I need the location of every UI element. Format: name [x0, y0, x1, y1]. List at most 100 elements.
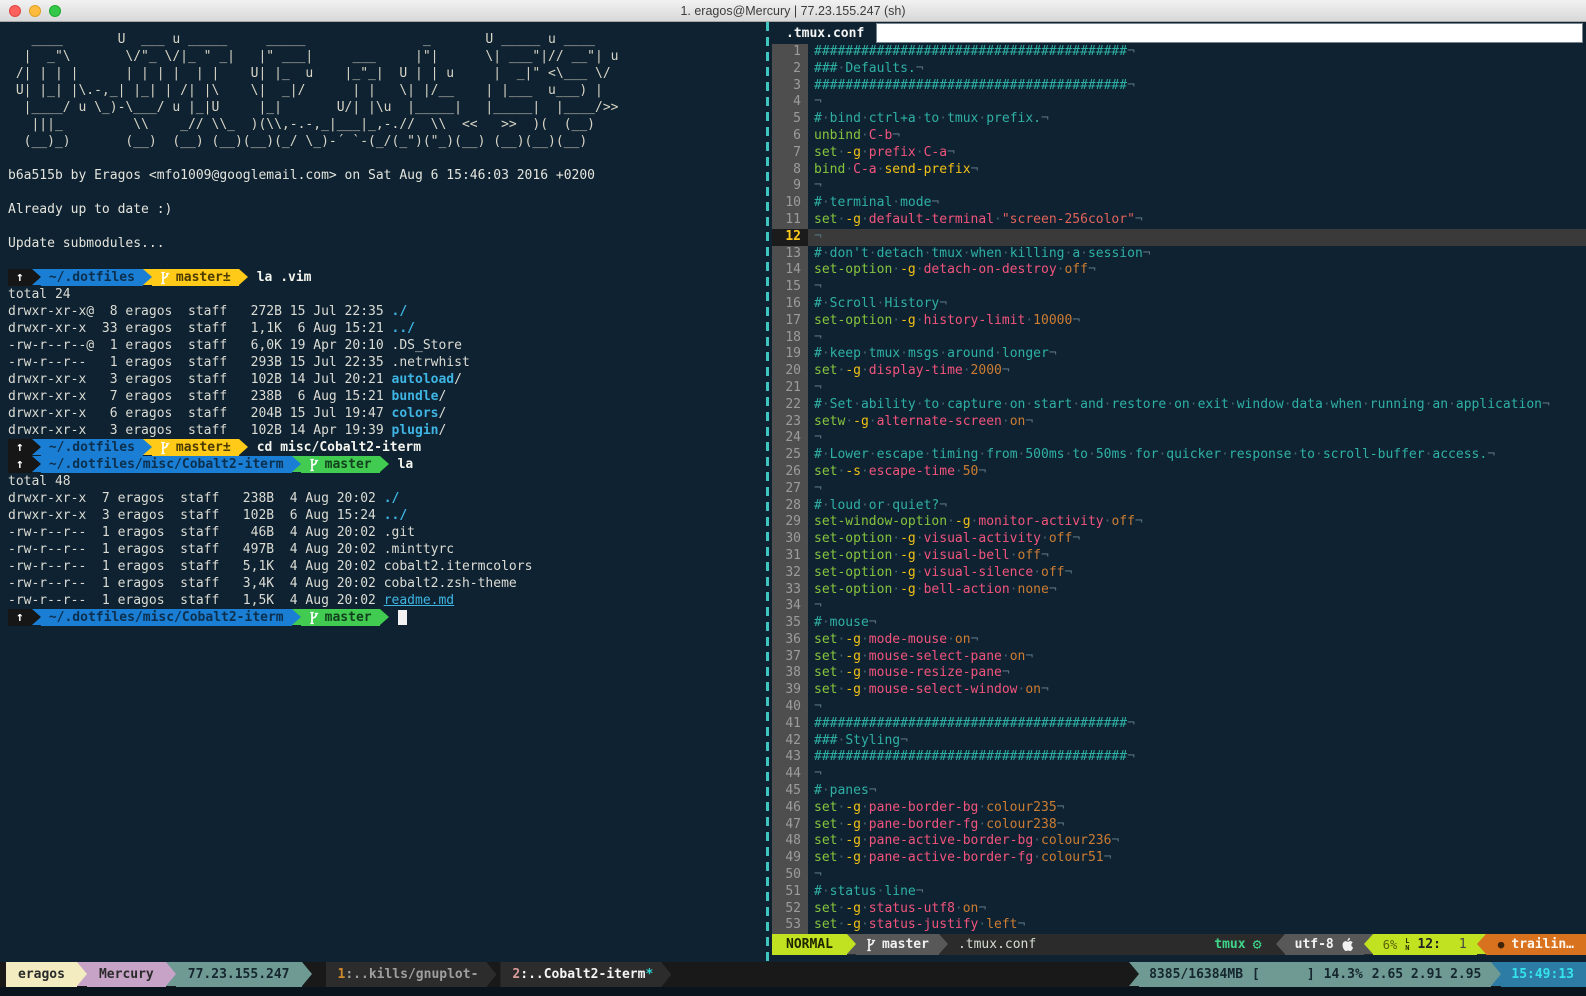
prompt-git-branch: master	[301, 609, 380, 626]
git-branch-icon	[866, 938, 876, 952]
tmux-window[interactable]: 1:..kills/gnuplot-	[326, 962, 497, 987]
buffer-line: 25#·Lower·escape·timing·from·500ms·to·50…	[772, 447, 1586, 464]
line-number-gutter: 5	[772, 111, 808, 128]
buffer-line: 21¬	[772, 380, 1586, 397]
buffer-line: 46set·-g·pane-border-bg·colour235¬	[772, 800, 1586, 817]
buffer-line: 30set-option·-g·visual-activity·off¬	[772, 531, 1586, 548]
buffer-line: 18¬	[772, 330, 1586, 347]
prompt-indicator-icon: ↑	[8, 439, 32, 456]
buffer-line: 48set·-g·pane-active-border-bg·colour236…	[772, 833, 1586, 850]
tmux-plugin-label: tmux	[1214, 937, 1245, 952]
vim-buffer[interactable]: 1#######################################…	[772, 44, 1586, 934]
clock-segment: 15:49:13	[1501, 962, 1586, 987]
ascii-art-banner: ____ U ___ u _____ _____ _ U _____ u ___…	[8, 31, 762, 150]
powerline-separator	[939, 934, 948, 954]
tmux-ip-segment: 77.23.155.247	[176, 962, 302, 987]
powerline-separator	[380, 456, 389, 472]
system-stats-segment: 8385/16384MB [ ] 14.3% 2.65 2.91 2.95	[1139, 962, 1491, 987]
powerline-separator	[380, 609, 389, 625]
buffer-line: 20set·-g·display-time·2000¬	[772, 363, 1586, 380]
line-number-icon: LN	[1405, 938, 1409, 951]
file-row: drwxr-xr-x 7 eragos staff 238B 4 Aug 20:…	[8, 490, 762, 507]
shell-prompt: ↑~/.dotfilesmaster±cd misc/Cobalt2-iterm	[8, 439, 762, 456]
minimize-button[interactable]	[29, 5, 41, 17]
prompt-indicator-icon: ↑	[8, 609, 32, 626]
powerline-separator	[143, 269, 152, 285]
buffer-line: 45#·panes¬	[772, 783, 1586, 800]
vim-pane[interactable]: .tmux.conf 1############################…	[772, 22, 1586, 962]
buffer-line: 42###·Styling¬	[772, 733, 1586, 750]
line-number-gutter: 46	[772, 800, 808, 817]
tmux-pane-border[interactable]	[766, 22, 769, 962]
line-number-gutter: 49	[772, 850, 808, 867]
whitespace-warning-segment: ● trailin…	[1486, 934, 1586, 955]
zoom-button[interactable]	[49, 5, 61, 17]
vim-tabline: .tmux.conf	[772, 22, 1586, 44]
powerline-separator	[32, 269, 41, 285]
file-row: -rw-r--r-- 1 eragos staff 5,1K 4 Aug 20:…	[8, 558, 762, 575]
line-number-gutter: 19	[772, 346, 808, 363]
file-row: -rw-r--r-- 1 eragos staff 1,5K 4 Aug 20:…	[8, 592, 762, 609]
file-row: -rw-r--r-- 1 eragos staff 293B 15 Jul 22…	[8, 354, 762, 371]
warning-dot-icon: ●	[1498, 938, 1505, 951]
tmux-window-current[interactable]: 2:..Cobalt2-iterm*	[500, 962, 671, 987]
terminal: ____ U ___ u _____ _____ _ U _____ u ___…	[0, 22, 1586, 962]
buffer-line: 16#·Scroll·History¬	[772, 296, 1586, 313]
buffer-line: 49set·-g·pane-active-border-fg·colour51¬	[772, 850, 1586, 867]
line-number-gutter: 35	[772, 615, 808, 632]
line-number-gutter: 42	[772, 733, 808, 750]
buffer-line: 52set·-g·status-utf8·on¬	[772, 901, 1586, 918]
line-number-gutter: 11	[772, 212, 808, 229]
buffer-line: 29set-window-option·-g·monitor-activity·…	[772, 514, 1586, 531]
git-branch-icon	[309, 611, 319, 625]
buffer-line: 26set·-s·escape-time·50¬	[772, 464, 1586, 481]
tmux-window-list: 1:..kills/gnuplot-2:..Cobalt2-iterm*	[326, 962, 672, 987]
vim-tab-current[interactable]: .tmux.conf	[772, 22, 876, 44]
git-branch-segment: master	[856, 934, 939, 955]
window-bottom-edge	[0, 987, 1586, 996]
buffer-line: 5#·bind·ctrl+a·to·tmux·prefix.¬	[772, 111, 1586, 128]
prompt-git-branch: master±	[152, 439, 239, 456]
line-number-gutter: 10	[772, 195, 808, 212]
buffer-line: 2###·Defaults.¬	[772, 61, 1586, 78]
prompt-indicator-icon: ↑	[8, 269, 32, 286]
file-row: -rw-r--r-- 1 eragos staff 46B 4 Aug 20:0…	[8, 524, 762, 541]
buffer-line: 39set·-g·mouse-select-window·on¬	[772, 682, 1586, 699]
window-title: 1. eragos@Mercury | 77.23.155.247 (sh)	[680, 4, 905, 18]
buffer-line: 44¬	[772, 766, 1586, 783]
scroll-percent: 6%	[1383, 938, 1397, 952]
line-number-gutter: 32	[772, 565, 808, 582]
spacer-line	[8, 150, 762, 167]
file-link[interactable]: readme.md	[384, 593, 454, 608]
line-number-gutter: 45	[772, 783, 808, 800]
powerline-separator	[77, 962, 87, 986]
line-number-gutter: 8	[772, 162, 808, 179]
encoding-segment: utf-8	[1285, 934, 1364, 955]
line-number-gutter: 17	[772, 313, 808, 330]
buffer-line: 11set·-g·default-terminal·"screen-256col…	[772, 212, 1586, 229]
buffer-line: 53set·-g·status-justify·left¬	[772, 917, 1586, 934]
line-number-gutter: 15	[772, 279, 808, 296]
buffer-line: 50¬	[772, 867, 1586, 884]
spacer-line	[8, 252, 762, 269]
line-number-gutter: 41	[772, 716, 808, 733]
powerline-separator	[32, 456, 41, 472]
apple-icon	[1341, 937, 1354, 952]
line-number-gutter: 14	[772, 262, 808, 279]
git-commit-line: b6a515b by Eragos <mfo1009@googlemail.co…	[8, 167, 762, 184]
close-button[interactable]	[9, 5, 21, 17]
prompt-indicator-icon: ↑	[8, 456, 32, 473]
shell-prompt-active[interactable]: ↑~/.dotfiles/misc/Cobalt2-itermmaster	[8, 609, 762, 626]
line-number-gutter: 37	[772, 649, 808, 666]
buffer-line: 1#######################################…	[772, 44, 1586, 61]
buffer-line: 7set·-g·prefix·C-a¬	[772, 145, 1586, 162]
shell-pane[interactable]: ____ U ___ u _____ _____ _ U _____ u ___…	[0, 22, 762, 962]
line-number-gutter: 2	[772, 61, 808, 78]
git-branch-icon	[160, 441, 170, 455]
buffer-line: 47set·-g·pane-border-fg·colour238¬	[772, 817, 1586, 834]
listing-total: total 24	[8, 286, 762, 303]
buffer-line: 40¬	[772, 699, 1586, 716]
iterm-window: 1. eragos@Mercury | 77.23.155.247 (sh) _…	[0, 0, 1586, 996]
buffer-line-current: 12¬	[772, 229, 1586, 246]
buffer-line: 31set-option·-g·visual-bell·off¬	[772, 548, 1586, 565]
